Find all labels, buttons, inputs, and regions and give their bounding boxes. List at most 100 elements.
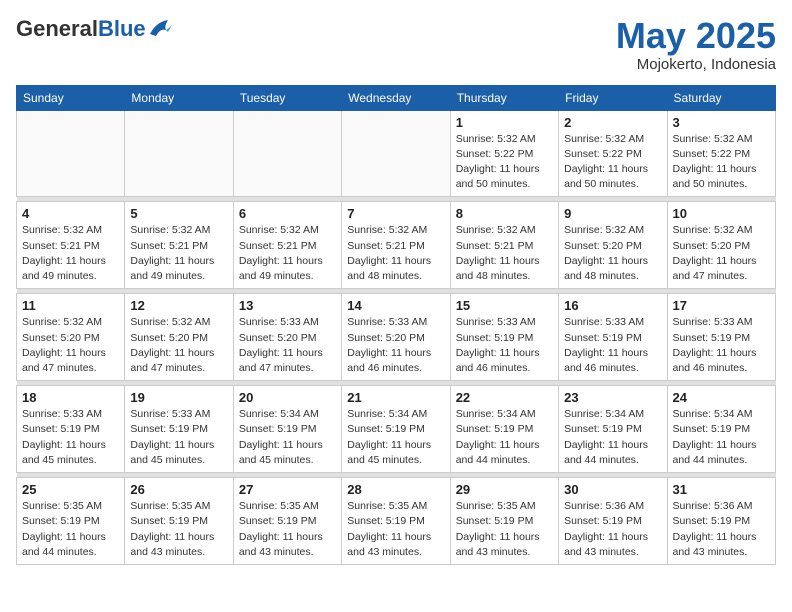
day-number: 13 bbox=[239, 298, 336, 313]
day-number: 11 bbox=[22, 298, 119, 313]
logo-blue-text: Blue bbox=[98, 16, 146, 41]
day-info: Sunrise: 5:33 AM Sunset: 5:19 PM Dayligh… bbox=[673, 315, 770, 376]
day-info: Sunrise: 5:32 AM Sunset: 5:22 PM Dayligh… bbox=[564, 132, 661, 193]
day-number: 17 bbox=[673, 298, 770, 313]
day-number: 25 bbox=[22, 482, 119, 497]
day-number: 1 bbox=[456, 115, 553, 130]
day-info: Sunrise: 5:32 AM Sunset: 5:20 PM Dayligh… bbox=[673, 223, 770, 284]
day-number: 10 bbox=[673, 206, 770, 221]
day-number: 16 bbox=[564, 298, 661, 313]
day-number: 21 bbox=[347, 390, 444, 405]
title-block: May 2025 Mojokerto, Indonesia bbox=[616, 16, 776, 73]
day-info: Sunrise: 5:32 AM Sunset: 5:22 PM Dayligh… bbox=[673, 132, 770, 193]
calendar-cell: 22 Sunrise: 5:34 AM Sunset: 5:19 PM Dayli… bbox=[450, 386, 558, 473]
day-info: Sunrise: 5:35 AM Sunset: 5:19 PM Dayligh… bbox=[130, 499, 227, 560]
day-info: Sunrise: 5:35 AM Sunset: 5:19 PM Dayligh… bbox=[239, 499, 336, 560]
day-info: Sunrise: 5:34 AM Sunset: 5:19 PM Dayligh… bbox=[564, 407, 661, 468]
day-info: Sunrise: 5:34 AM Sunset: 5:19 PM Dayligh… bbox=[456, 407, 553, 468]
calendar-cell: 26 Sunrise: 5:35 AM Sunset: 5:19 PM Dayli… bbox=[125, 478, 233, 565]
day-number: 6 bbox=[239, 206, 336, 221]
day-info: Sunrise: 5:33 AM Sunset: 5:19 PM Dayligh… bbox=[456, 315, 553, 376]
calendar-cell: 8Sunrise: 5:32 AM Sunset: 5:21 PM Daylig… bbox=[450, 202, 558, 289]
day-info: Sunrise: 5:36 AM Sunset: 5:19 PM Dayligh… bbox=[673, 499, 770, 560]
calendar-cell: 20Sunrise: 5:34 AM Sunset: 5:19 PM Dayli… bbox=[233, 386, 341, 473]
calendar-cell: 11Sunrise: 5:32 AM Sunset: 5:20 PM Dayli… bbox=[17, 294, 125, 381]
day-info: Sunrise: 5:32 AM Sunset: 5:21 PM Dayligh… bbox=[22, 223, 119, 284]
page-header: GeneralBlue May 2025 Mojokerto, Indonesi… bbox=[16, 16, 776, 73]
calendar-week-4: 18 Sunrise: 5:33 AM Sunset: 5:19 PM Dayli… bbox=[17, 386, 776, 473]
calendar-cell: 9Sunrise: 5:32 AM Sunset: 5:20 PM Daylig… bbox=[559, 202, 667, 289]
day-info: Sunrise: 5:35 AM Sunset: 5:19 PM Dayligh… bbox=[456, 499, 553, 560]
calendar-cell bbox=[125, 110, 233, 197]
day-number: 5 bbox=[130, 206, 227, 221]
calendar-table: SundayMondayTuesdayWednesdayThursdayFrid… bbox=[16, 85, 776, 565]
logo-bird-icon bbox=[148, 18, 176, 40]
day-number: 7 bbox=[347, 206, 444, 221]
calendar-cell: 24Sunrise: 5:34 AM Sunset: 5:19 PM Dayli… bbox=[667, 386, 775, 473]
month-title: May 2025 bbox=[616, 16, 776, 56]
day-info: Sunrise: 5:32 AM Sunset: 5:21 PM Dayligh… bbox=[456, 223, 553, 284]
logo: GeneralBlue bbox=[16, 16, 176, 42]
weekday-header-friday: Friday bbox=[559, 85, 667, 110]
calendar-week-5: 25 Sunrise: 5:35 AM Sunset: 5:19 PM Dayli… bbox=[17, 478, 776, 565]
day-info: Sunrise: 5:32 AM Sunset: 5:21 PM Dayligh… bbox=[239, 223, 336, 284]
day-number: 3 bbox=[673, 115, 770, 130]
calendar-cell: 18 Sunrise: 5:33 AM Sunset: 5:19 PM Dayli… bbox=[17, 386, 125, 473]
day-number: 30 bbox=[564, 482, 661, 497]
day-number: 2 bbox=[564, 115, 661, 130]
calendar-cell: 14Sunrise: 5:33 AM Sunset: 5:20 PM Dayli… bbox=[342, 294, 450, 381]
weekday-header-wednesday: Wednesday bbox=[342, 85, 450, 110]
weekday-header-thursday: Thursday bbox=[450, 85, 558, 110]
day-number: 20 bbox=[239, 390, 336, 405]
calendar-week-1: 1 Sunrise: 5:32 AM Sunset: 5:22 PM Daylig… bbox=[17, 110, 776, 197]
calendar-cell bbox=[17, 110, 125, 197]
calendar-cell: 31 Sunrise: 5:36 AM Sunset: 5:19 PM Dayli… bbox=[667, 478, 775, 565]
day-number: 18 bbox=[22, 390, 119, 405]
day-info: Sunrise: 5:33 AM Sunset: 5:20 PM Dayligh… bbox=[239, 315, 336, 376]
day-info: Sunrise: 5:33 AM Sunset: 5:19 PM Dayligh… bbox=[22, 407, 119, 468]
calendar-cell: 6 Sunrise: 5:32 AM Sunset: 5:21 PM Daylig… bbox=[233, 202, 341, 289]
calendar-cell: 29 Sunrise: 5:35 AM Sunset: 5:19 PM Dayli… bbox=[450, 478, 558, 565]
calendar-cell: 3 Sunrise: 5:32 AM Sunset: 5:22 PM Daylig… bbox=[667, 110, 775, 197]
day-number: 29 bbox=[456, 482, 553, 497]
calendar-cell: 23Sunrise: 5:34 AM Sunset: 5:19 PM Dayli… bbox=[559, 386, 667, 473]
calendar-cell: 30Sunrise: 5:36 AM Sunset: 5:19 PM Dayli… bbox=[559, 478, 667, 565]
calendar-cell: 19 Sunrise: 5:33 AM Sunset: 5:19 PM Dayli… bbox=[125, 386, 233, 473]
day-number: 26 bbox=[130, 482, 227, 497]
weekday-header-tuesday: Tuesday bbox=[233, 85, 341, 110]
calendar-cell: 17 Sunrise: 5:33 AM Sunset: 5:19 PM Dayli… bbox=[667, 294, 775, 381]
calendar-cell: 15 Sunrise: 5:33 AM Sunset: 5:19 PM Dayli… bbox=[450, 294, 558, 381]
logo-general-text: General bbox=[16, 16, 98, 41]
day-info: Sunrise: 5:34 AM Sunset: 5:19 PM Dayligh… bbox=[673, 407, 770, 468]
calendar-cell bbox=[342, 110, 450, 197]
day-number: 28 bbox=[347, 482, 444, 497]
day-number: 14 bbox=[347, 298, 444, 313]
calendar-cell: 5 Sunrise: 5:32 AM Sunset: 5:21 PM Daylig… bbox=[125, 202, 233, 289]
calendar-cell: 1Sunrise: 5:32 AM Sunset: 5:22 PM Daylig… bbox=[450, 110, 558, 197]
day-info: Sunrise: 5:33 AM Sunset: 5:19 PM Dayligh… bbox=[564, 315, 661, 376]
day-info: Sunrise: 5:32 AM Sunset: 5:21 PM Dayligh… bbox=[130, 223, 227, 284]
day-info: Sunrise: 5:33 AM Sunset: 5:19 PM Dayligh… bbox=[130, 407, 227, 468]
day-number: 9 bbox=[564, 206, 661, 221]
day-number: 15 bbox=[456, 298, 553, 313]
weekday-header-row: SundayMondayTuesdayWednesdayThursdayFrid… bbox=[17, 85, 776, 110]
day-number: 12 bbox=[130, 298, 227, 313]
calendar-cell: 25 Sunrise: 5:35 AM Sunset: 5:19 PM Dayli… bbox=[17, 478, 125, 565]
day-info: Sunrise: 5:32 AM Sunset: 5:21 PM Dayligh… bbox=[347, 223, 444, 284]
day-info: Sunrise: 5:35 AM Sunset: 5:19 PM Dayligh… bbox=[22, 499, 119, 560]
day-number: 19 bbox=[130, 390, 227, 405]
location: Mojokerto, Indonesia bbox=[616, 56, 776, 73]
calendar-cell: 12 Sunrise: 5:32 AM Sunset: 5:20 PM Dayli… bbox=[125, 294, 233, 381]
calendar-cell: 7 Sunrise: 5:32 AM Sunset: 5:21 PM Daylig… bbox=[342, 202, 450, 289]
weekday-header-saturday: Saturday bbox=[667, 85, 775, 110]
day-number: 4 bbox=[22, 206, 119, 221]
calendar-cell: 21 Sunrise: 5:34 AM Sunset: 5:19 PM Dayli… bbox=[342, 386, 450, 473]
calendar-week-2: 4 Sunrise: 5:32 AM Sunset: 5:21 PM Daylig… bbox=[17, 202, 776, 289]
day-info: Sunrise: 5:34 AM Sunset: 5:19 PM Dayligh… bbox=[347, 407, 444, 468]
weekday-header-sunday: Sunday bbox=[17, 85, 125, 110]
day-number: 22 bbox=[456, 390, 553, 405]
day-number: 27 bbox=[239, 482, 336, 497]
day-info: Sunrise: 5:32 AM Sunset: 5:20 PM Dayligh… bbox=[130, 315, 227, 376]
weekday-header-monday: Monday bbox=[125, 85, 233, 110]
day-number: 31 bbox=[673, 482, 770, 497]
